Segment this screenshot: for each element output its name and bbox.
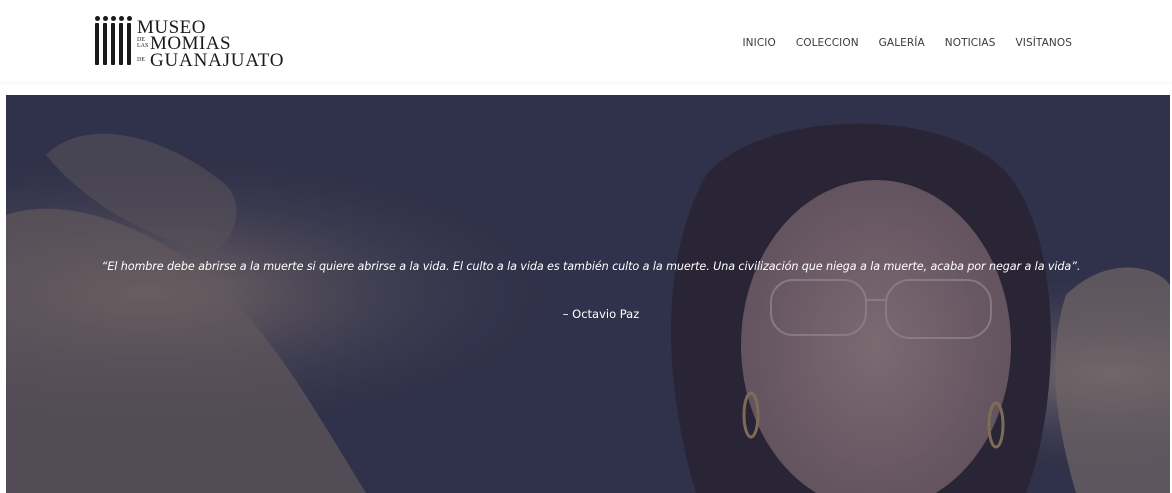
hero-section: “El hombre debe abrirse a la muerte si q… bbox=[6, 95, 1170, 493]
logo-small-de-las: DE LAS bbox=[137, 37, 149, 49]
site-header: MUSEO DE LAS MOMIAS DE GUANAJUATO INICIO… bbox=[0, 0, 1172, 82]
nav-item-noticias[interactable]: NOTICIAS bbox=[945, 37, 996, 49]
nav-item-coleccion[interactable]: COLECCION bbox=[796, 37, 859, 49]
logo-wordmark: MUSEO DE LAS MOMIAS DE GUANAJUATO bbox=[137, 16, 285, 71]
logo-small-de-2: DE bbox=[137, 57, 145, 63]
hero-quote-author: – Octavio Paz bbox=[562, 307, 640, 321]
logo-small-las: LAS bbox=[137, 43, 149, 49]
nav-item-visitanos[interactable]: VISÍTANOS bbox=[1015, 37, 1072, 49]
nav-item-galeria[interactable]: GALERÍA bbox=[879, 37, 925, 49]
hero-quote: “El hombre debe abrirse a la muerte si q… bbox=[101, 260, 1081, 273]
nav-item-inicio[interactable]: INICIO bbox=[742, 37, 775, 49]
museum-logo[interactable]: MUSEO DE LAS MOMIAS DE GUANAJUATO bbox=[95, 16, 285, 71]
main-nav: INICIO COLECCION GALERÍA NOTICIAS VISÍTA… bbox=[742, 37, 1072, 49]
mummy-bars-logo-icon bbox=[95, 16, 132, 65]
logo-line-guanajuato: GUANAJUATO bbox=[150, 49, 285, 71]
hero-overlay bbox=[6, 95, 1170, 493]
